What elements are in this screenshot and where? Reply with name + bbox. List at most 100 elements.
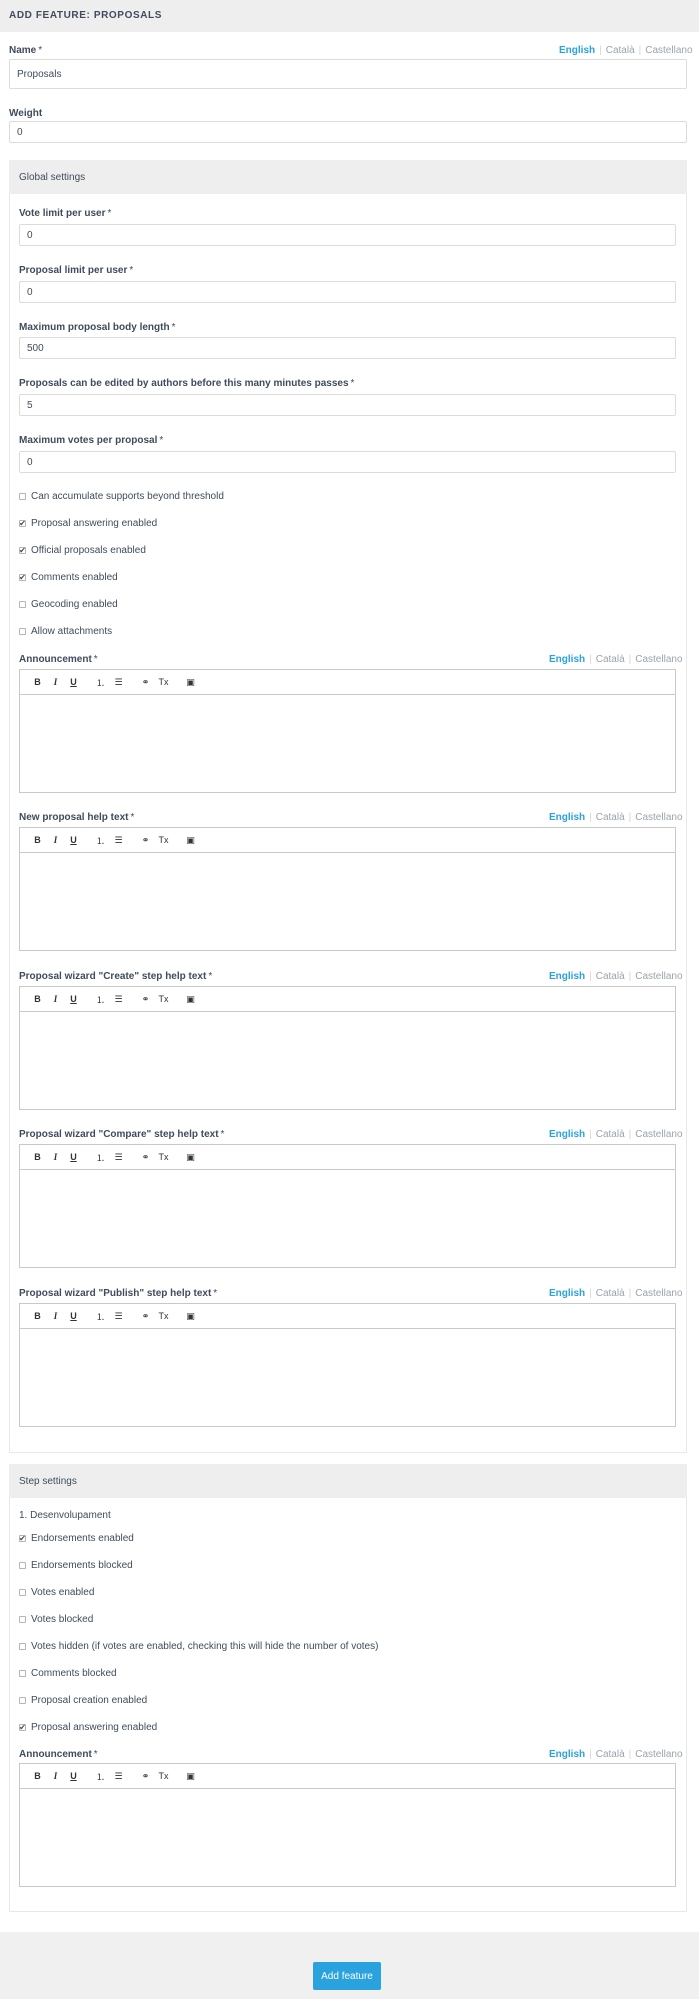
underline-button[interactable]: U (66, 675, 81, 689)
tab-castellano[interactable]: Castellano (635, 812, 682, 823)
checkbox-proposal-answering[interactable]: ✔ Proposal answering enabled (19, 518, 157, 529)
video-icon[interactable]: ▣ (183, 675, 198, 689)
checkbox-box[interactable]: ✔ (19, 547, 26, 555)
checkbox-box[interactable] (19, 1589, 26, 1596)
checkbox-endorsements-blocked[interactable]: Endorsements blocked (19, 1560, 133, 1571)
bullet-list-icon[interactable]: ☰ (111, 833, 126, 847)
bold-button[interactable]: B (30, 675, 45, 689)
compare-step-help-editor[interactable]: B I U ⒈ ☰ ⚭ Tx ▣ (19, 1144, 676, 1268)
tab-catala[interactable]: Català (596, 1129, 625, 1140)
bullet-list-icon[interactable]: ☰ (111, 675, 126, 689)
tab-catala[interactable]: Català (596, 812, 625, 823)
clear-format-icon[interactable]: Tx (156, 1150, 171, 1164)
clear-format-icon[interactable]: Tx (156, 833, 171, 847)
checkbox-box[interactable] (19, 1643, 26, 1650)
link-icon[interactable]: ⚭ (138, 833, 153, 847)
ordered-list-icon[interactable]: ⒈ (93, 675, 108, 689)
checkbox-box[interactable]: ✔ (19, 1535, 26, 1543)
checkbox-box[interactable] (19, 1562, 26, 1569)
clear-format-icon[interactable]: Tx (156, 1769, 171, 1783)
vote-limit-field[interactable]: 0 (19, 224, 676, 246)
checkbox-geocoding[interactable]: Geocoding enabled (19, 599, 118, 610)
underline-button[interactable]: U (66, 1769, 81, 1783)
tab-castellano[interactable]: Castellano (635, 971, 682, 982)
italic-button[interactable]: I (48, 992, 63, 1006)
checkbox-box[interactable]: ✔ (19, 520, 26, 528)
tab-castellano[interactable]: Castellano (635, 1129, 682, 1140)
announcement-editor[interactable]: B I U ⒈ ☰ ⚭ Tx ▣ (19, 669, 676, 793)
italic-button[interactable]: I (48, 833, 63, 847)
link-icon[interactable]: ⚭ (138, 1769, 153, 1783)
tab-castellano[interactable]: Castellano (635, 1749, 682, 1760)
underline-button[interactable]: U (66, 1309, 81, 1323)
tab-english[interactable]: English (549, 654, 585, 665)
ordered-list-icon[interactable]: ⒈ (93, 992, 108, 1006)
bold-button[interactable]: B (30, 1150, 45, 1164)
video-icon[interactable]: ▣ (183, 833, 198, 847)
italic-button[interactable]: I (48, 1150, 63, 1164)
ordered-list-icon[interactable]: ⒈ (93, 1769, 108, 1783)
video-icon[interactable]: ▣ (183, 1309, 198, 1323)
video-icon[interactable]: ▣ (183, 1769, 198, 1783)
clear-format-icon[interactable]: Tx (156, 992, 171, 1006)
link-icon[interactable]: ⚭ (138, 1150, 153, 1164)
checkbox-box[interactable] (19, 493, 26, 500)
clear-format-icon[interactable]: Tx (156, 1309, 171, 1323)
checkbox-box[interactable] (19, 1670, 26, 1677)
tab-catala[interactable]: Català (606, 45, 635, 56)
checkbox-votes-blocked[interactable]: Votes blocked (19, 1614, 93, 1625)
ordered-list-icon[interactable]: ⒈ (93, 1309, 108, 1323)
checkbox-step-proposal-answering[interactable]: ✔ Proposal answering enabled (19, 1722, 157, 1733)
italic-button[interactable]: I (48, 1309, 63, 1323)
checkbox-votes-enabled[interactable]: Votes enabled (19, 1587, 94, 1598)
publish-step-help-editor[interactable]: B I U ⒈ ☰ ⚭ Tx ▣ (19, 1303, 676, 1427)
bullet-list-icon[interactable]: ☰ (111, 1769, 126, 1783)
italic-button[interactable]: I (48, 1769, 63, 1783)
max-votes-field[interactable]: 0 (19, 451, 676, 473)
underline-button[interactable]: U (66, 1150, 81, 1164)
tab-catala[interactable]: Català (596, 1749, 625, 1760)
tab-english[interactable]: English (549, 1749, 585, 1760)
link-icon[interactable]: ⚭ (138, 1309, 153, 1323)
tab-catala[interactable]: Català (596, 654, 625, 665)
checkbox-endorsements-enabled[interactable]: ✔ Endorsements enabled (19, 1533, 134, 1544)
tab-catala[interactable]: Català (596, 971, 625, 982)
bullet-list-icon[interactable]: ☰ (111, 1150, 126, 1164)
checkbox-box[interactable] (19, 1616, 26, 1623)
checkbox-official-proposals[interactable]: ✔ Official proposals enabled (19, 545, 146, 556)
new-proposal-help-editor[interactable]: B I U ⒈ ☰ ⚭ Tx ▣ (19, 827, 676, 951)
underline-button[interactable]: U (66, 833, 81, 847)
underline-button[interactable]: U (66, 992, 81, 1006)
tab-english[interactable]: English (549, 812, 585, 823)
bullet-list-icon[interactable]: ☰ (111, 1309, 126, 1323)
checkbox-box[interactable] (19, 628, 26, 635)
name-field[interactable]: Proposals (9, 59, 687, 89)
video-icon[interactable]: ▣ (183, 992, 198, 1006)
checkbox-box[interactable]: ✔ (19, 1724, 26, 1732)
body-length-field[interactable]: 500 (19, 337, 676, 359)
tab-english[interactable]: English (549, 1129, 585, 1140)
italic-button[interactable]: I (48, 675, 63, 689)
checkbox-accumulate-supports[interactable]: Can accumulate supports beyond threshold (19, 491, 224, 502)
step-announcement-editor[interactable]: B I U ⒈ ☰ ⚭ Tx ▣ (19, 1763, 676, 1887)
checkbox-votes-hidden[interactable]: Votes hidden (if votes are enabled, chec… (19, 1641, 378, 1652)
link-icon[interactable]: ⚭ (138, 992, 153, 1006)
checkbox-proposal-creation[interactable]: Proposal creation enabled (19, 1695, 147, 1706)
checkbox-comments-blocked[interactable]: Comments blocked (19, 1668, 117, 1679)
create-step-help-editor[interactable]: B I U ⒈ ☰ ⚭ Tx ▣ (19, 986, 676, 1110)
tab-castellano[interactable]: Castellano (635, 1288, 682, 1299)
add-feature-button[interactable]: Add feature (313, 1962, 381, 1990)
tab-castellano[interactable]: Castellano (635, 654, 682, 665)
proposal-limit-field[interactable]: 0 (19, 281, 676, 303)
bullet-list-icon[interactable]: ☰ (111, 992, 126, 1006)
tab-catala[interactable]: Català (596, 1288, 625, 1299)
tab-english[interactable]: English (549, 971, 585, 982)
tab-english[interactable]: English (559, 45, 595, 56)
checkbox-allow-attachments[interactable]: Allow attachments (19, 626, 112, 637)
bold-button[interactable]: B (30, 1769, 45, 1783)
edit-minutes-field[interactable]: 5 (19, 394, 676, 416)
video-icon[interactable]: ▣ (183, 1150, 198, 1164)
tab-english[interactable]: English (549, 1288, 585, 1299)
bold-button[interactable]: B (30, 1309, 45, 1323)
bold-button[interactable]: B (30, 833, 45, 847)
